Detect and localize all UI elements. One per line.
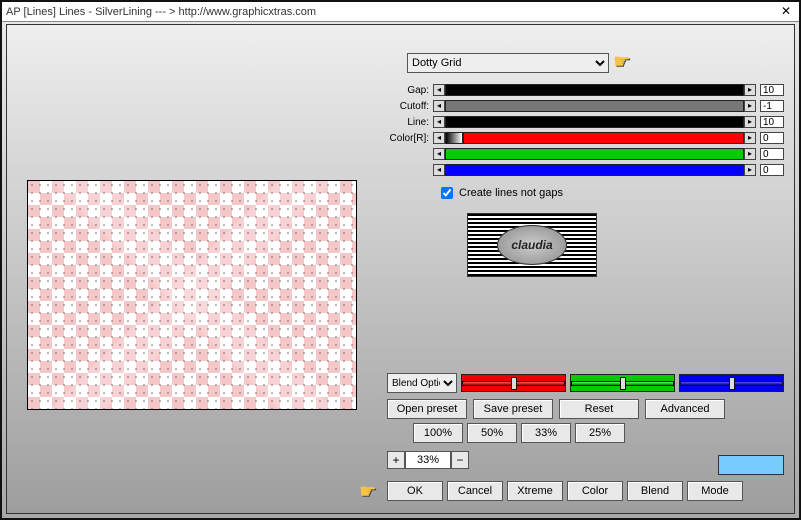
xtreme-button[interactable]: Xtreme bbox=[507, 481, 563, 501]
cutoff-value[interactable]: -1 bbox=[760, 100, 784, 112]
slider-group: Gap: ◂ ▸ 10 Cutoff: ◂ ▸ -1 Line: ◂ bbox=[387, 83, 784, 177]
create-lines-checkbox[interactable] bbox=[441, 187, 453, 199]
colorr-label: Color[R]: bbox=[387, 133, 433, 144]
gap-inc[interactable]: ▸ bbox=[744, 84, 756, 96]
reset-button[interactable]: Reset bbox=[559, 399, 639, 419]
color-button[interactable]: Color bbox=[567, 481, 623, 501]
gap-slider[interactable] bbox=[445, 84, 744, 96]
open-preset-button[interactable]: Open preset bbox=[387, 399, 467, 419]
cutoff-dec[interactable]: ◂ bbox=[433, 100, 445, 112]
cutoff-inc[interactable]: ▸ bbox=[744, 100, 756, 112]
line-label: Line: bbox=[387, 117, 433, 128]
mode-button[interactable]: Mode bbox=[687, 481, 743, 501]
preview-canvas bbox=[27, 180, 357, 410]
line-value[interactable]: 10 bbox=[760, 116, 784, 128]
zoom-out-button[interactable]: − bbox=[451, 451, 469, 469]
blend-green-slider[interactable] bbox=[570, 374, 675, 392]
ok-pointer-hand-icon bbox=[359, 483, 385, 501]
colorb-inc[interactable]: ▸ bbox=[744, 164, 756, 176]
create-lines-label: Create lines not gaps bbox=[459, 187, 563, 199]
colorg-dec[interactable]: ◂ bbox=[433, 148, 445, 160]
colorr-dec[interactable]: ◂ bbox=[433, 132, 445, 144]
blend-combo[interactable]: Blend Options bbox=[387, 373, 457, 393]
zoom-value: 33% bbox=[405, 451, 451, 469]
gap-label: Gap: bbox=[387, 85, 433, 96]
colorb-dec[interactable]: ◂ bbox=[433, 164, 445, 176]
window-title: AP [Lines] Lines - SilverLining --- > ht… bbox=[6, 6, 777, 18]
blend-blue-slider[interactable] bbox=[679, 374, 784, 392]
colorg-inc[interactable]: ▸ bbox=[744, 148, 756, 160]
zoom-100-button[interactable]: 100% bbox=[413, 423, 463, 443]
gap-value[interactable]: 10 bbox=[760, 84, 784, 96]
controls-panel: Dotty Grid Gap: ◂ ▸ 10 Cutoff: ◂ ▸ -1 bbox=[387, 53, 784, 507]
claudia-logo: claudia bbox=[467, 213, 597, 277]
colorb-value[interactable]: 0 bbox=[760, 164, 784, 176]
blend-button[interactable]: Blend bbox=[627, 481, 683, 501]
gap-dec[interactable]: ◂ bbox=[433, 84, 445, 96]
line-inc[interactable]: ▸ bbox=[744, 116, 756, 128]
color-swatch[interactable] bbox=[718, 455, 784, 475]
zoom-in-button[interactable]: + bbox=[387, 451, 405, 469]
title-bar: AP [Lines] Lines - SilverLining --- > ht… bbox=[2, 2, 799, 22]
gradient-swatch bbox=[445, 132, 463, 144]
colorr-inc[interactable]: ▸ bbox=[744, 132, 756, 144]
ok-button[interactable]: OK bbox=[387, 481, 443, 501]
save-preset-button[interactable]: Save preset bbox=[473, 399, 553, 419]
zoom-50-button[interactable]: 50% bbox=[467, 423, 517, 443]
colorr-slider[interactable] bbox=[463, 132, 744, 144]
colorg-value[interactable]: 0 bbox=[760, 148, 784, 160]
plugin-window: AP [Lines] Lines - SilverLining --- > ht… bbox=[0, 0, 801, 520]
colorr-value[interactable]: 0 bbox=[760, 132, 784, 144]
preset-combo[interactable]: Dotty Grid bbox=[407, 53, 609, 73]
line-slider[interactable] bbox=[445, 116, 744, 128]
zoom-25-button[interactable]: 25% bbox=[575, 423, 625, 443]
zoom-33-button[interactable]: 33% bbox=[521, 423, 571, 443]
cutoff-label: Cutoff: bbox=[387, 101, 433, 112]
colorb-slider[interactable] bbox=[445, 164, 744, 176]
content-area: Dotty Grid Gap: ◂ ▸ 10 Cutoff: ◂ ▸ -1 bbox=[6, 24, 795, 514]
cancel-button[interactable]: Cancel bbox=[447, 481, 503, 501]
close-button[interactable]: ✕ bbox=[777, 4, 795, 20]
cutoff-slider[interactable] bbox=[445, 100, 744, 112]
pointer-hand-icon bbox=[613, 54, 641, 72]
colorg-slider[interactable] bbox=[445, 148, 744, 160]
logo-text: claudia bbox=[497, 225, 567, 265]
advanced-button[interactable]: Advanced bbox=[645, 399, 725, 419]
line-dec[interactable]: ◂ bbox=[433, 116, 445, 128]
blend-red-slider[interactable] bbox=[461, 374, 566, 392]
